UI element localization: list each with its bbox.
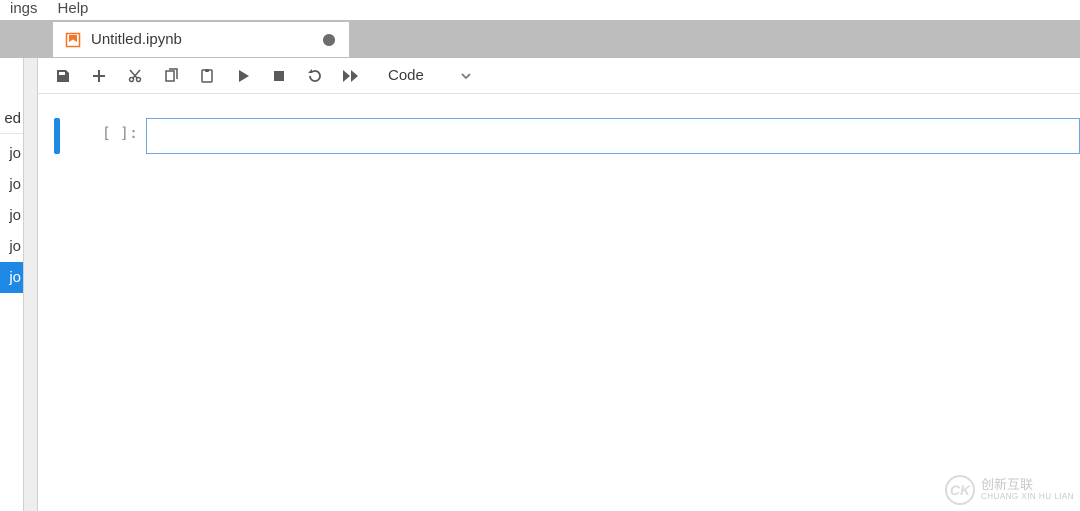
notebook-panel: Code [ ]: CK 创新互联 CHUANG XIN HU LIAN xyxy=(38,58,1080,511)
restart-button[interactable] xyxy=(298,61,332,91)
notebook-cells: [ ]: xyxy=(38,94,1080,154)
unsaved-indicator-icon xyxy=(323,34,335,46)
cell-prompt: [ ]: xyxy=(94,118,146,154)
paste-button[interactable] xyxy=(190,61,224,91)
cell-type-value: Code xyxy=(388,67,424,84)
watermark-main: 创新互联 xyxy=(981,478,1074,492)
menu-item-settings[interactable]: ings xyxy=(0,0,48,17)
fast-forward-icon xyxy=(342,69,360,83)
clipboard-icon xyxy=(199,68,215,84)
tab-title: Untitled.ipynb xyxy=(91,31,313,48)
cell-active-marker xyxy=(54,118,60,154)
tab-notebook[interactable]: Untitled.ipynb xyxy=(52,21,350,57)
interrupt-button[interactable] xyxy=(262,61,296,91)
save-icon xyxy=(55,68,71,84)
code-cell[interactable]: [ ]: xyxy=(54,118,1080,154)
watermark: CK 创新互联 CHUANG XIN HU LIAN xyxy=(945,475,1074,505)
tab-strip: Untitled.ipynb xyxy=(0,20,1080,58)
panel-divider[interactable] xyxy=(24,58,38,511)
cell-editor[interactable] xyxy=(146,118,1080,154)
save-button[interactable] xyxy=(46,61,80,91)
sidebar-item[interactable]: jo xyxy=(0,200,23,231)
restart-run-all-button[interactable] xyxy=(334,61,368,91)
scissors-icon xyxy=(127,68,143,84)
play-icon xyxy=(236,69,250,83)
cut-button[interactable] xyxy=(118,61,152,91)
menu-item-help[interactable]: Help xyxy=(48,0,99,17)
watermark-sub: CHUANG XIN HU LIAN xyxy=(981,493,1074,502)
copy-icon xyxy=(163,68,179,84)
notebook-icon xyxy=(65,32,81,48)
copy-button[interactable] xyxy=(154,61,188,91)
file-browser-sidebar: ed jo jo jo jo jo xyxy=(0,58,24,511)
notebook-toolbar: Code xyxy=(38,58,1080,94)
insert-cell-button[interactable] xyxy=(82,61,116,91)
sidebar-item[interactable]: jo xyxy=(0,262,23,293)
stop-icon xyxy=(272,69,286,83)
restart-icon xyxy=(307,68,323,84)
run-button[interactable] xyxy=(226,61,260,91)
cell-type-select[interactable]: Code xyxy=(380,63,480,88)
sidebar-item[interactable]: jo xyxy=(0,231,23,262)
watermark-logo-icon: CK xyxy=(945,475,975,505)
sidebar-item[interactable]: jo xyxy=(0,169,23,200)
sidebar-item[interactable]: jo xyxy=(0,138,23,169)
main-area: ed jo jo jo jo jo xyxy=(0,58,1080,511)
plus-icon xyxy=(91,68,107,84)
chevron-down-icon xyxy=(460,70,472,82)
menu-bar: ings Help xyxy=(0,0,1080,20)
sidebar-column-header[interactable]: ed xyxy=(0,106,23,134)
